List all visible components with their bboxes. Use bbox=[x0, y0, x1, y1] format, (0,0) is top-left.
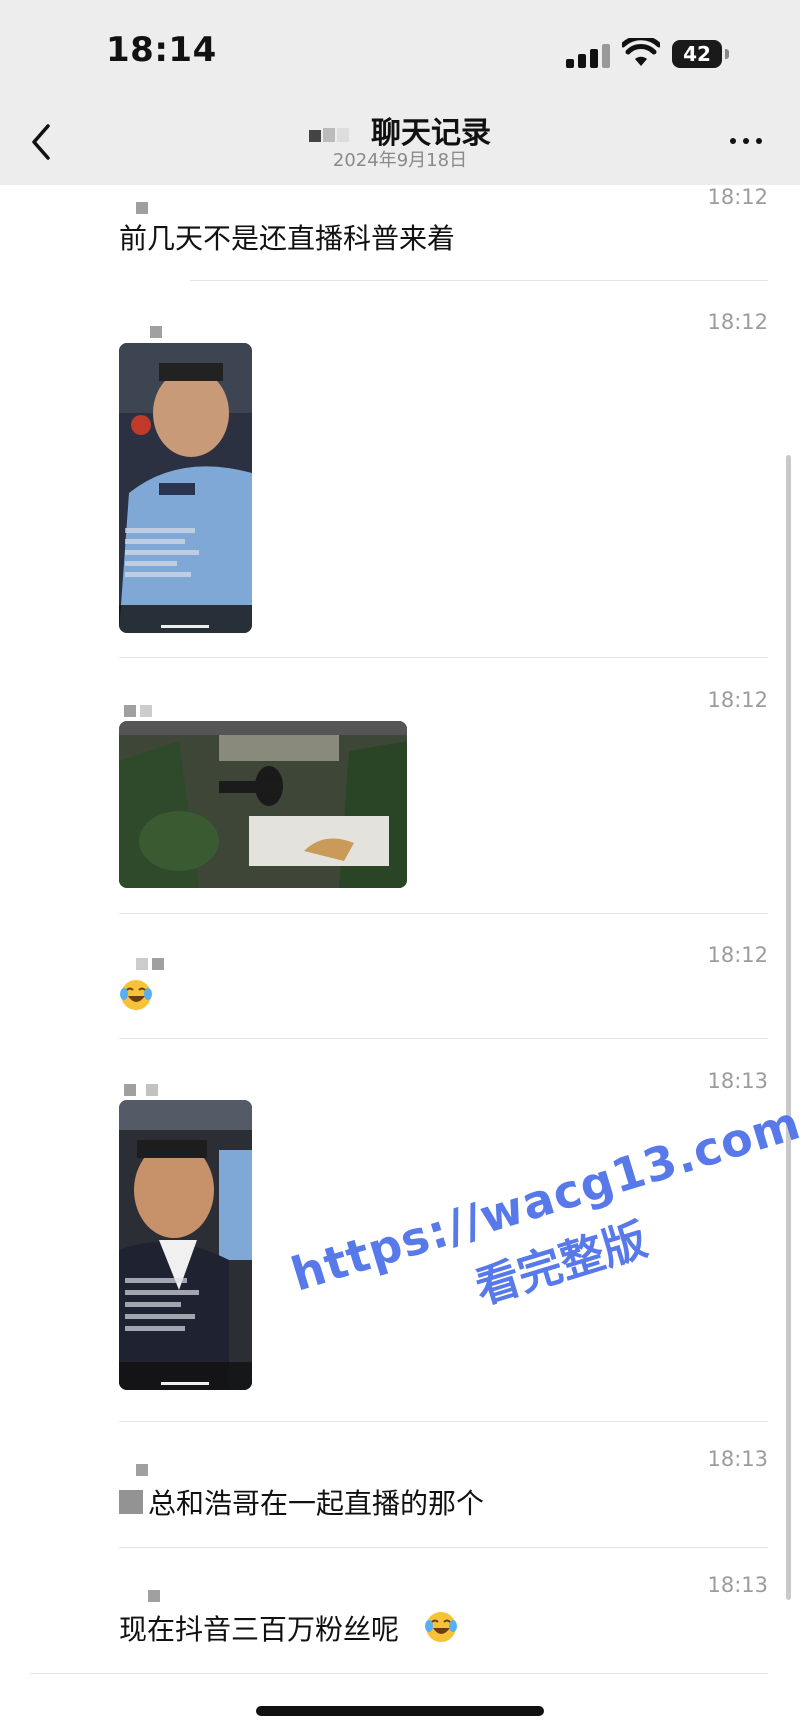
blurred-sender-name bbox=[150, 323, 166, 338]
message-divider bbox=[119, 657, 768, 658]
message-time: 18:13 bbox=[707, 1447, 768, 1471]
blurred-sender-name bbox=[124, 1081, 162, 1096]
battery-icon: 42 bbox=[672, 40, 722, 68]
more-options-icon[interactable] bbox=[726, 128, 766, 152]
message-time: 18:12 bbox=[707, 943, 768, 967]
message-divider bbox=[119, 1547, 768, 1548]
message-time: 18:12 bbox=[707, 185, 768, 209]
laughing-crying-emoji-icon bbox=[120, 980, 152, 1010]
video-thumbnail[interactable] bbox=[119, 343, 252, 633]
message-time: 18:13 bbox=[707, 1069, 768, 1093]
message-divider bbox=[190, 280, 768, 281]
message-divider bbox=[119, 913, 768, 914]
message-text: 前几天不是还直播科普来着 bbox=[119, 222, 456, 255]
chat-date: 2024年9月18日 bbox=[332, 150, 468, 171]
message-item[interactable]: 18:12 bbox=[0, 688, 800, 928]
status-time: 18:14 bbox=[106, 30, 217, 70]
laughing-crying-emoji-icon bbox=[425, 1612, 457, 1642]
blurred-sender-name bbox=[124, 702, 156, 717]
message-divider bbox=[119, 1038, 768, 1039]
battery-cap bbox=[725, 49, 729, 59]
blurred-sender-name bbox=[148, 1587, 164, 1602]
blurred-sender-name bbox=[136, 199, 152, 214]
scrollbar[interactable] bbox=[786, 455, 791, 1600]
message-item[interactable]: 18:12 前几天不是还直播科普来着 bbox=[0, 185, 800, 285]
home-indicator bbox=[256, 1706, 544, 1716]
blurred-sender-name bbox=[136, 955, 168, 970]
blurred-name-prefix bbox=[119, 1490, 143, 1514]
top-bar: 18:14 42 聊天记录 2024年9月18日 bbox=[0, 0, 800, 185]
image-thumbnail[interactable] bbox=[119, 721, 407, 888]
message-time: 18:13 bbox=[707, 1573, 768, 1597]
chat-history-screen: 18:14 42 聊天记录 2024年9月18日 18:12 前几天不是还直播科… bbox=[0, 0, 800, 1736]
cellular-signal-icon bbox=[566, 42, 612, 68]
video-thumbnail[interactable] bbox=[119, 1100, 252, 1390]
message-item[interactable]: 18:12 bbox=[0, 943, 800, 1063]
message-time: 18:12 bbox=[707, 688, 768, 712]
message-text: 现在抖音三百万粉丝呢 bbox=[119, 1613, 400, 1646]
message-time: 18:12 bbox=[707, 310, 768, 334]
message-item[interactable]: 18:13 现在抖音三百万粉丝呢 bbox=[0, 1573, 800, 1683]
message-item[interactable]: 18:13 总和浩哥在一起直播的那个 bbox=[0, 1447, 800, 1567]
message-item[interactable]: 18:12 bbox=[0, 310, 800, 660]
message-divider bbox=[30, 1673, 768, 1674]
blurred-sender-name bbox=[136, 1461, 152, 1476]
message-text: 总和浩哥在一起直播的那个 bbox=[148, 1487, 485, 1520]
message-divider bbox=[119, 1421, 768, 1422]
wifi-icon bbox=[622, 38, 660, 66]
